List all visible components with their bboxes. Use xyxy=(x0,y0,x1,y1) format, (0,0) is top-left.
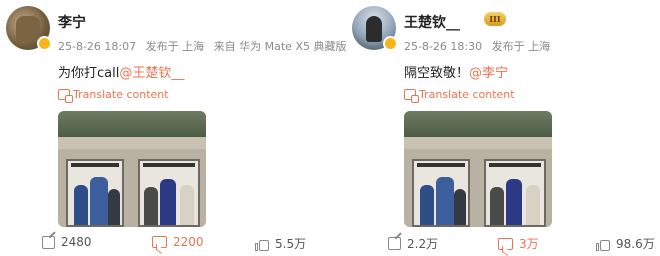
like-icon xyxy=(255,237,269,251)
post-text-body: 为你打call xyxy=(58,66,120,81)
action-bar: 2.2万 3万 98.6万 xyxy=(346,233,660,255)
weibo-post-li-ning: 李宁 25-8-26 18:07 发布于 上海 来自 华为 Mate X5 典藏… xyxy=(0,0,346,256)
share-button[interactable]: 2.2万 xyxy=(388,235,438,252)
share-icon xyxy=(42,235,55,249)
author-name[interactable]: 王楚钦__ xyxy=(404,12,460,32)
poster-figure xyxy=(436,177,454,225)
poster-figure xyxy=(74,185,88,225)
post-meta: 25-8-26 18:07 发布于 上海 来自 华为 Mate X5 典藏版 xyxy=(58,38,352,54)
poster-figure xyxy=(108,189,120,225)
poster-title-bar xyxy=(417,163,465,167)
comment-button[interactable]: 3万 xyxy=(498,235,539,252)
post-location: 发布于 上海 xyxy=(145,40,205,53)
poster-figure xyxy=(526,185,540,225)
avatar-figure xyxy=(16,16,40,42)
share-button[interactable]: 2480 xyxy=(42,235,92,249)
like-button[interactable]: 5.5万 xyxy=(255,235,306,252)
like-count: 98.6万 xyxy=(616,237,655,251)
weibo-post-wang-chuqin: 王楚钦__ III 25-8-26 18:30 发布于 上海 隔空致敬！@李宁 … xyxy=(346,0,660,256)
post-text: 为你打call@王楚钦__ xyxy=(58,62,184,81)
translate-button[interactable]: Translate content xyxy=(58,88,169,103)
poster-figure xyxy=(90,177,108,225)
share-count: 2480 xyxy=(61,235,92,249)
poster-title-bar xyxy=(489,163,541,167)
post-time[interactable]: 25-8-26 18:30 xyxy=(404,40,482,53)
avatar-figure xyxy=(366,16,382,42)
like-count: 5.5万 xyxy=(275,237,307,251)
action-bar: 2480 2200 5.5万 xyxy=(0,233,330,255)
image-beam xyxy=(404,137,552,149)
translate-label: Translate content xyxy=(419,88,515,101)
post-meta: 25-8-26 18:30 发布于 上海 xyxy=(404,38,556,54)
post-location: 发布于 上海 xyxy=(491,40,551,53)
image-poster xyxy=(138,159,200,227)
share-count: 2.2万 xyxy=(407,237,439,251)
comment-icon xyxy=(498,237,513,250)
member-level-badge[interactable]: III xyxy=(484,12,506,26)
translate-button[interactable]: Translate content xyxy=(404,88,515,103)
post-image[interactable] xyxy=(58,111,206,227)
poster-figure xyxy=(506,179,522,225)
verified-badge-icon xyxy=(383,36,398,51)
mention-link[interactable]: @李宁 xyxy=(469,66,508,81)
post-image[interactable] xyxy=(404,111,552,227)
poster-figure xyxy=(420,185,434,225)
post-text: 隔空致敬！@李宁 xyxy=(404,62,508,81)
translate-icon xyxy=(404,89,419,103)
poster-figure xyxy=(160,179,176,225)
poster-figure xyxy=(144,187,158,225)
comment-button[interactable]: 2200 xyxy=(152,235,204,249)
comment-icon xyxy=(152,236,167,248)
image-plants xyxy=(58,111,206,137)
image-poster xyxy=(412,159,470,227)
mention-link[interactable]: @王楚钦__ xyxy=(119,66,184,81)
poster-title-bar xyxy=(71,163,119,167)
image-plants xyxy=(404,111,552,137)
poster-figure xyxy=(180,185,194,225)
post-time[interactable]: 25-8-26 18:07 xyxy=(58,40,136,53)
poster-figure xyxy=(454,189,466,225)
image-poster xyxy=(484,159,546,227)
post-source: 来自 华为 Mate X5 典藏版 xyxy=(213,40,347,53)
like-icon xyxy=(596,237,610,251)
poster-title-bar xyxy=(143,163,195,167)
author-name[interactable]: 李宁 xyxy=(58,12,86,32)
comment-count: 2200 xyxy=(173,235,204,249)
poster-figure xyxy=(490,187,504,225)
verified-badge-icon xyxy=(37,36,52,51)
translate-label: Translate content xyxy=(73,88,169,101)
post-text-body: 隔空致敬！ xyxy=(404,66,470,81)
comment-count: 3万 xyxy=(519,237,539,251)
share-icon xyxy=(388,237,401,250)
image-beam xyxy=(58,137,206,149)
image-poster xyxy=(66,159,124,227)
like-button[interactable]: 98.6万 xyxy=(596,235,655,252)
translate-icon xyxy=(58,89,73,103)
